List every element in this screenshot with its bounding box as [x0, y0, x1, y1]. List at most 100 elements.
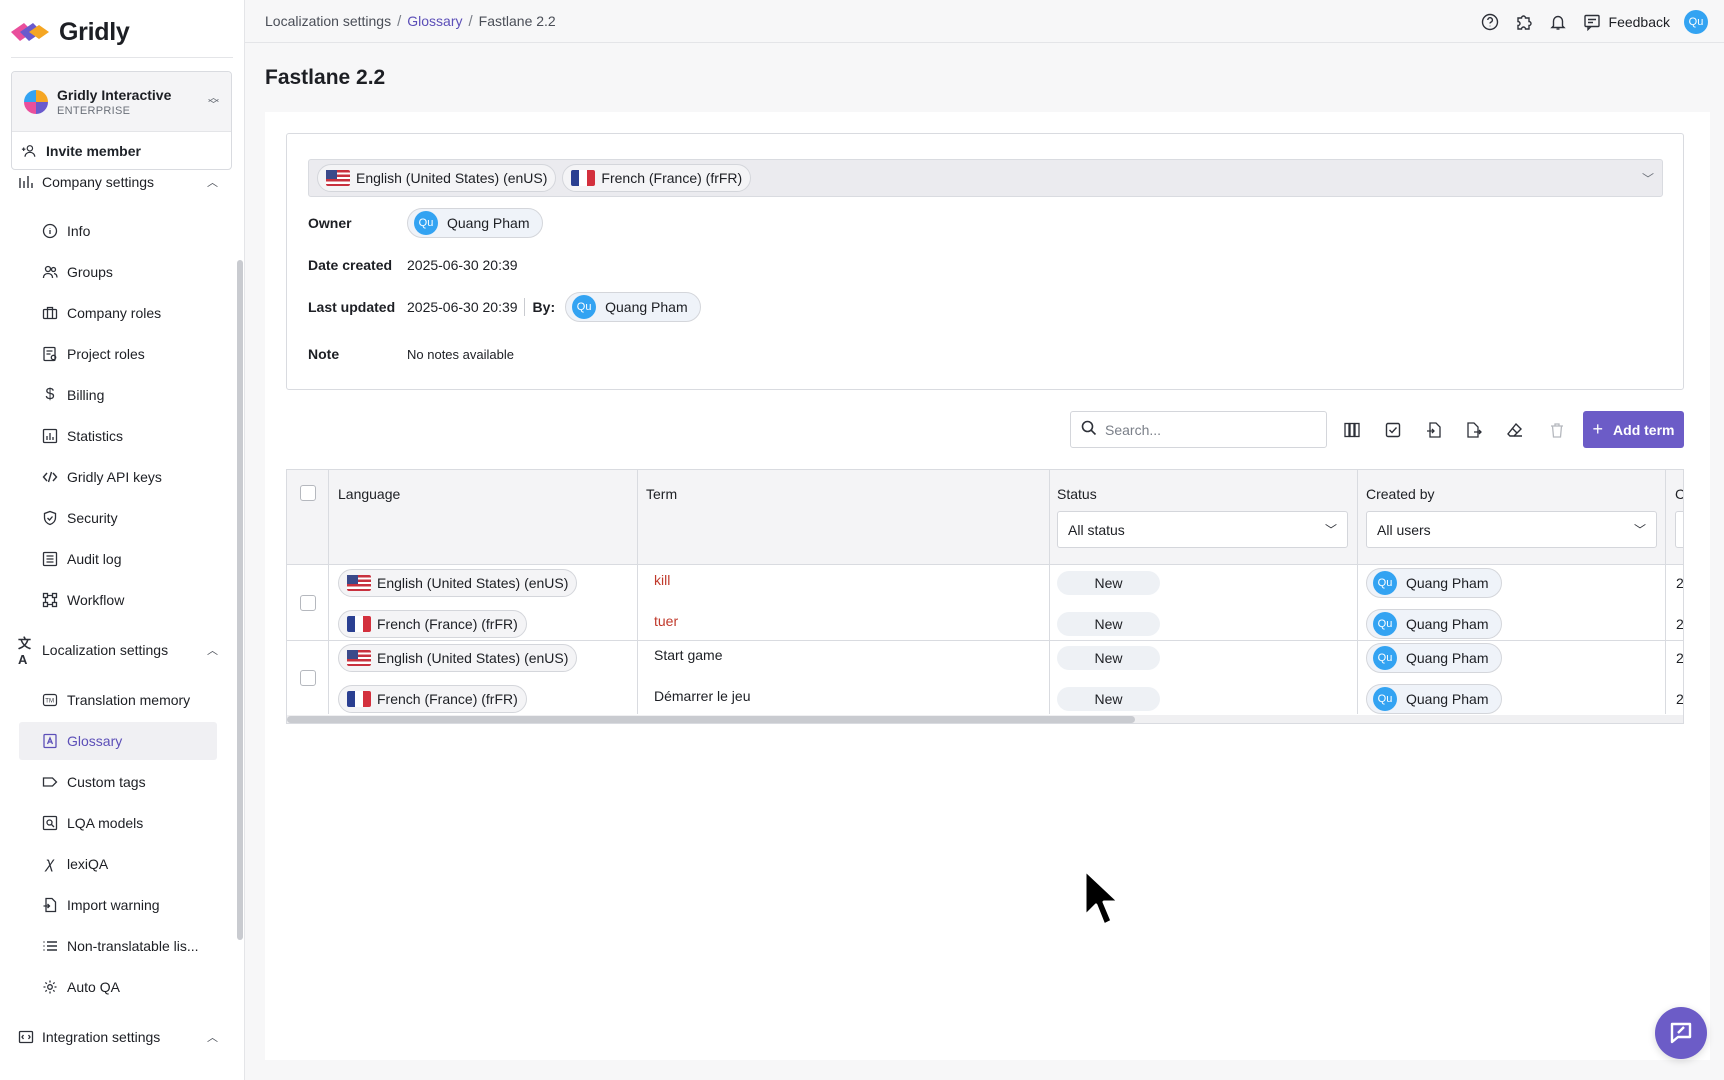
created-date-filter[interactable]	[1675, 511, 1683, 548]
column-header-language[interactable]: Language	[338, 486, 400, 502]
status-badge: New	[1057, 646, 1160, 670]
sidebar-item-lqa-models[interactable]: LQA models	[19, 804, 217, 842]
row-language: French (France) (frFR)	[377, 691, 518, 707]
scrollbar-thumb[interactable]	[287, 716, 1135, 723]
created-by-chip[interactable]: Qu Quang Pham	[1366, 643, 1502, 673]
note-row: Note No notes available	[308, 346, 514, 362]
svg-text:TM: TM	[45, 699, 54, 705]
breadcrumb-localization-settings[interactable]: Localization settings	[265, 13, 391, 29]
add-term-button[interactable]: + Add term	[1583, 411, 1684, 448]
export-icon[interactable]	[1462, 418, 1486, 442]
company-avatar	[24, 89, 48, 114]
invite-member-button[interactable]: Invite member	[12, 132, 231, 169]
created-by-chip[interactable]: Qu Quang Pham	[1366, 568, 1502, 598]
sidebar-item-company-roles[interactable]: Company roles	[19, 294, 217, 332]
sidebar-item-custom-tags[interactable]: Custom tags	[19, 763, 217, 801]
search-box[interactable]	[1070, 411, 1327, 448]
sidebar-item-label: Import warning	[67, 897, 160, 913]
feedback-button[interactable]: Feedback	[1582, 12, 1670, 32]
company-switcher[interactable]: Gridly Interactive ENTERPRISE ︿ ﹀ Invite …	[11, 71, 232, 170]
sidebar-item-groups[interactable]: Groups	[19, 253, 217, 291]
sidebar-item-label: Company roles	[67, 305, 162, 321]
puzzle-icon[interactable]	[1514, 12, 1534, 32]
breadcrumb: Localization settings / Glossary / Fastl…	[265, 13, 556, 30]
column-divider	[637, 470, 638, 714]
user-avatar[interactable]: Qu	[1684, 9, 1708, 34]
row-checkbox[interactable]	[300, 595, 316, 611]
company-header[interactable]: Gridly Interactive ENTERPRISE ︿ ﹀	[12, 72, 231, 132]
sidebar-item-label: lexiQA	[67, 856, 109, 872]
last-updated-value: 2025-06-30 20:39	[407, 299, 518, 315]
sidebar-item-non-translatable[interactable]: Non-translatable lis...	[19, 927, 217, 965]
feedback-label: Feedback	[1608, 13, 1670, 30]
sidebar-item-security[interactable]: Security	[19, 499, 217, 537]
created-by-name: Quang Pham	[1406, 616, 1489, 632]
sidebar-item-billing[interactable]: $ Billing	[19, 376, 217, 414]
updated-by-chip[interactable]: Qu Quang Pham	[565, 292, 701, 322]
checklist-icon[interactable]	[1381, 418, 1405, 442]
chat-support-button[interactable]	[1655, 1007, 1707, 1059]
language-selector[interactable]: English (United States) (enUS) French (F…	[308, 159, 1663, 197]
row-created-date: 20	[1676, 616, 1684, 632]
section-localization-settings[interactable]: 文A Localization settings ︿	[18, 636, 218, 667]
table-horizontal-scrollbar[interactable]	[287, 715, 1683, 723]
section-company-settings[interactable]: Company settings ︿	[18, 170, 218, 194]
column-header-term[interactable]: Term	[646, 486, 677, 502]
eraser-icon[interactable]	[1503, 418, 1527, 442]
sidebar-item-workflow[interactable]: Workflow	[19, 581, 217, 619]
sidebar-item-lexiqa[interactable]: χ lexiQA	[19, 845, 217, 883]
row-term[interactable]: kill	[654, 572, 670, 588]
row-term[interactable]: Démarrer le jeu	[654, 688, 750, 704]
sidebar-item-import-warning[interactable]: Import warning	[19, 886, 217, 924]
sidebar-item-translation-memory[interactable]: TM Translation memory	[19, 681, 217, 719]
section-label: Localization settings	[42, 642, 169, 658]
trash-icon[interactable]	[1545, 418, 1569, 442]
chevron-updown-icon[interactable]: ︿ ﹀	[208, 92, 219, 110]
created-by-filter[interactable]: All users ﹀	[1366, 511, 1657, 548]
owner-name: Quang Pham	[447, 215, 530, 231]
status-filter[interactable]: All status ﹀	[1057, 511, 1348, 548]
sidebar-item-label: LQA models	[67, 815, 144, 831]
created-by-chip[interactable]: Qu Quang Pham	[1366, 609, 1502, 639]
sidebar-scrollbar[interactable]	[237, 260, 243, 940]
columns-icon[interactable]	[1340, 418, 1364, 442]
owner-chip[interactable]: Qu Quang Pham	[407, 208, 543, 238]
column-header-created-date[interactable]: C	[1675, 486, 1683, 502]
search-input[interactable]	[1105, 421, 1305, 438]
created-by-name: Quang Pham	[1406, 650, 1489, 666]
sidebar-item-auto-qa[interactable]: Auto QA	[19, 968, 217, 1006]
gridly-logo[interactable]: Gridly	[11, 14, 130, 50]
lexiqa-icon: χ	[45, 855, 55, 872]
sidebar-item-api-keys[interactable]: Gridly API keys	[19, 458, 217, 496]
status-badge: New	[1057, 687, 1160, 711]
updated-by-name: Quang Pham	[605, 299, 688, 315]
row-term[interactable]: Start game	[654, 647, 722, 663]
row-checkbox[interactable]	[300, 670, 316, 686]
help-icon[interactable]	[1480, 12, 1500, 32]
sidebar-item-project-roles[interactable]: Project roles	[19, 335, 217, 373]
sidebar-item-audit-log[interactable]: Audit log	[19, 540, 217, 578]
section-label: Integration settings	[42, 1029, 161, 1045]
language-chip-enus[interactable]: English (United States) (enUS)	[317, 164, 557, 192]
row-term[interactable]: tuer	[654, 613, 678, 629]
glossary-icon	[42, 733, 58, 749]
chevron-down-icon[interactable]: ﹀	[1642, 170, 1654, 187]
sidebar-item-statistics[interactable]: Statistics	[19, 417, 217, 455]
sidebar-item-glossary[interactable]: Glossary	[19, 722, 217, 760]
language-chip-frfr[interactable]: French (France) (frFR)	[562, 164, 752, 192]
chart-icon	[18, 174, 34, 190]
breadcrumb-glossary[interactable]: Glossary	[407, 13, 462, 29]
import-icon[interactable]	[1422, 418, 1446, 442]
chevron-up-icon: ︿	[207, 645, 218, 657]
created-by-chip[interactable]: Qu Quang Pham	[1366, 684, 1502, 714]
column-header-created-by[interactable]: Created by	[1366, 486, 1434, 502]
fr-flag-icon	[571, 170, 596, 186]
add-term-label: Add term	[1613, 421, 1675, 438]
select-all-checkbox[interactable]	[300, 485, 316, 501]
column-header-status[interactable]: Status	[1057, 486, 1097, 502]
list-icon	[42, 938, 58, 954]
translate-icon: 文A	[18, 636, 32, 667]
bell-icon[interactable]	[1548, 12, 1568, 32]
section-integration-settings[interactable]: Integration settings ︿	[18, 1025, 218, 1049]
sidebar-item-info[interactable]: Info	[19, 212, 217, 250]
